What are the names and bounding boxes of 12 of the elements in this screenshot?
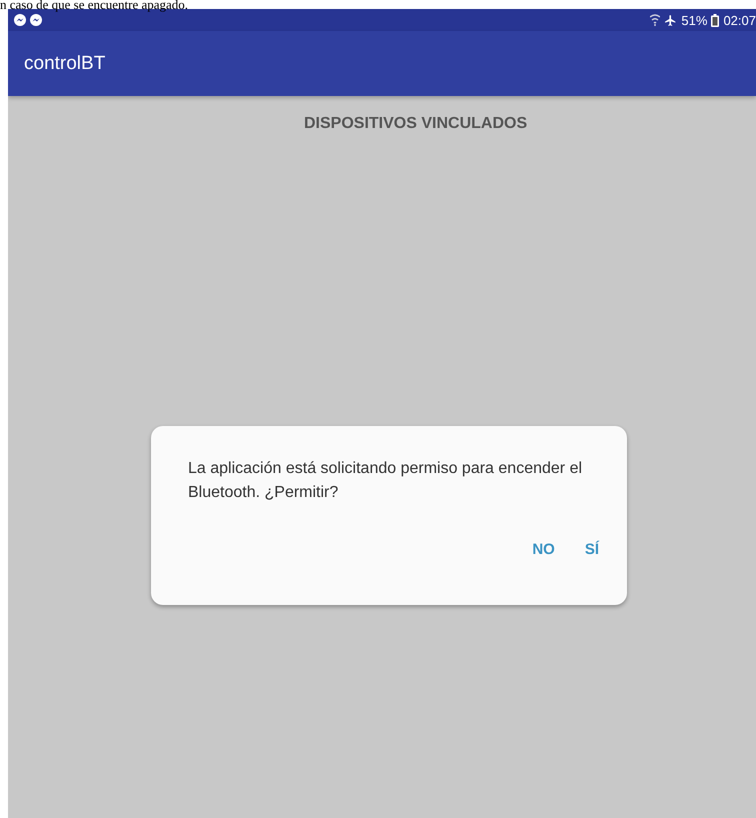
app-title: controlBT [24, 52, 106, 74]
battery-percentage: 51% [681, 12, 708, 28]
messenger-icon [30, 14, 42, 26]
messenger-icon [14, 14, 26, 26]
allow-button[interactable]: SÍ [576, 535, 607, 564]
clock-time: 02:07 [723, 12, 756, 28]
deny-button[interactable]: NO [524, 535, 563, 564]
section-heading: DISPOSITIVOS VINCULADOS [304, 115, 528, 133]
wifi-off-icon [650, 14, 660, 26]
dialog-message: La aplicación está solicitando permiso para encender el Bluetooth. ¿Permitir? [188, 459, 584, 503]
airplane-icon [664, 14, 678, 26]
battery-icon [711, 14, 720, 26]
